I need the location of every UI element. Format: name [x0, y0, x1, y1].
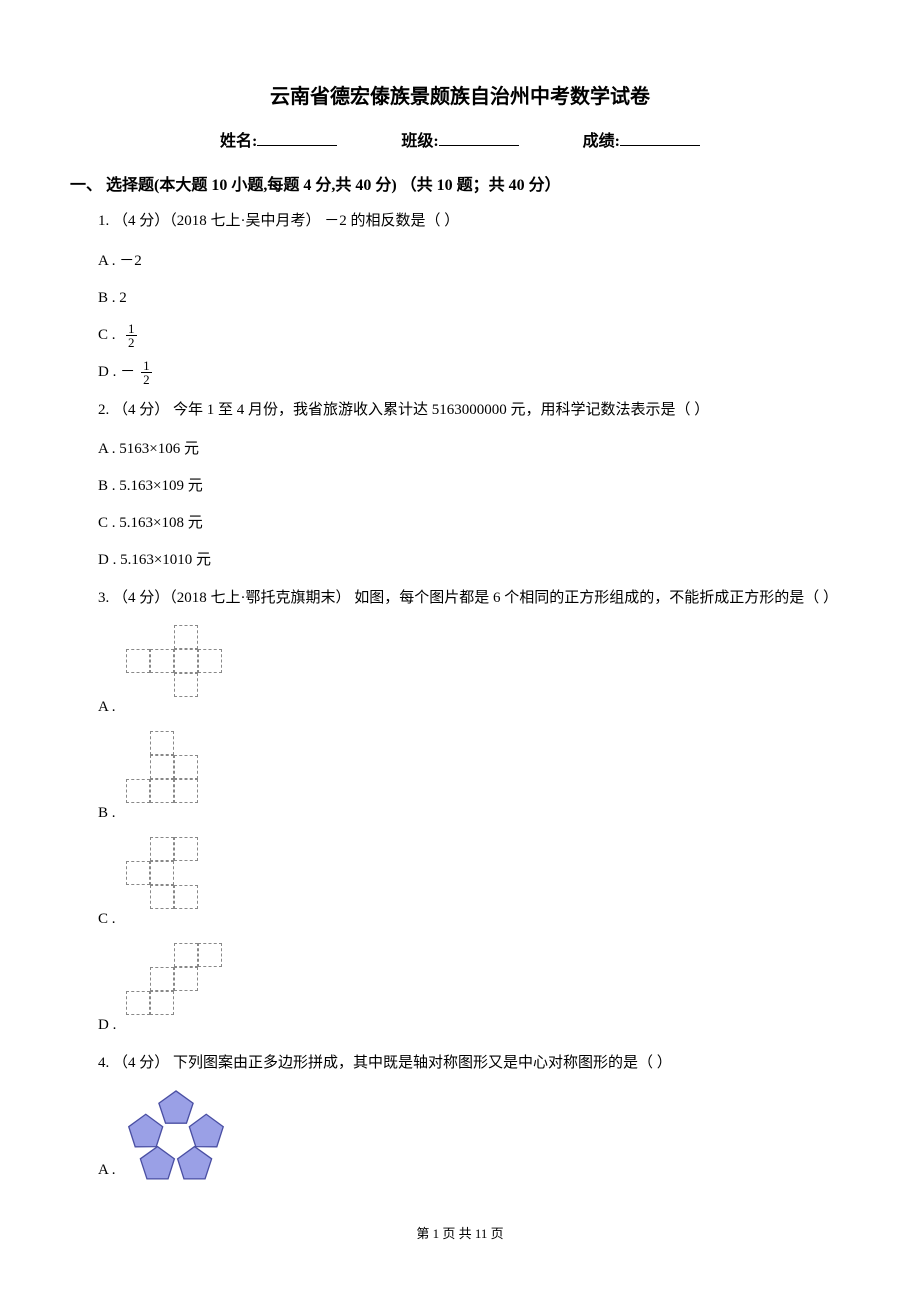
name-label: 姓名:: [220, 133, 257, 150]
q1-d-label: D . －: [98, 359, 135, 386]
cube-net-icon: [126, 731, 270, 827]
q2-stem: 2. （4 分） 今年 1 至 4 月份，我省旅游收入累计达 516300000…: [98, 396, 850, 425]
q1-option-d: D . － 1 2: [98, 359, 850, 386]
q2-option-d: D . 5.163×1010 元: [98, 547, 850, 574]
q4-option-a: A .: [98, 1089, 850, 1184]
q2-option-a: A . 5163×106 元: [98, 436, 850, 463]
q2-option-b: B . 5.163×109 元: [98, 473, 850, 500]
fraction-icon: 1 2: [126, 322, 137, 349]
q3-stem: 3. （4 分）（2018 七上·鄂托克旗期末） 如图，每个图片都是 6 个相同…: [70, 584, 850, 613]
score-blank: [620, 129, 700, 146]
q2-option-c: C . 5.163×108 元: [98, 510, 850, 537]
q3-option-c: C .: [98, 837, 850, 933]
q3-option-a: A .: [98, 625, 850, 721]
section-1-heading: 一、 选择题(本大题 10 小题,每题 4 分,共 40 分) （共 10 题；…: [70, 171, 850, 195]
class-blank: [439, 129, 519, 146]
page-footer: 第 1 页 共 11 页: [0, 1223, 920, 1242]
q3-option-d: D .: [98, 943, 850, 1039]
q3-option-b: B .: [98, 731, 850, 827]
q1-option-b: B . 2: [98, 285, 850, 312]
pentagon-pattern-icon: [126, 1089, 226, 1184]
cube-net-icon: [126, 837, 270, 933]
q4-stem: 4. （4 分） 下列图案由正多边形拼成，其中既是轴对称图形又是中心对称图形的是…: [98, 1049, 850, 1078]
q1-stem: 1. （4 分）（2018 七上·吴中月考） －2 的相反数是（ ）: [98, 207, 850, 236]
fraction-icon: 1 2: [141, 359, 152, 386]
q1-option-c: C . 1 2: [98, 322, 850, 349]
cube-net-icon: [126, 943, 270, 1039]
name-blank: [257, 129, 337, 146]
score-label: 成绩:: [583, 133, 620, 150]
class-label: 班级:: [401, 133, 438, 150]
cube-net-icon: [126, 625, 270, 721]
q1-c-label: C .: [98, 322, 120, 349]
student-info-line: 姓名: 班级: 成绩:: [70, 127, 850, 151]
page-title: 云南省德宏傣族景颇族自治州中考数学试卷: [70, 80, 850, 109]
q1-option-a: A . －2: [98, 248, 850, 275]
